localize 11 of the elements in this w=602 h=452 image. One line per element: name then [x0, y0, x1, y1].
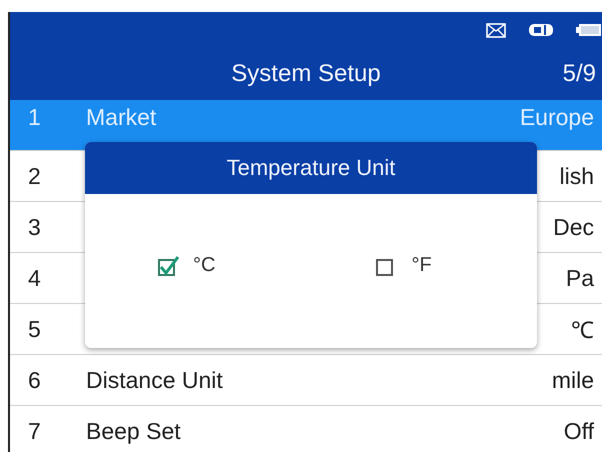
option-label: °F — [411, 254, 432, 277]
page-indicator: 5/9 — [562, 60, 596, 88]
menu-item[interactable]: 6 Distance Unit mile — [10, 355, 602, 406]
checkbox[interactable] — [157, 254, 181, 276]
dialog-title: Temperature Unit — [85, 142, 537, 194]
screen-title: System Setup — [231, 60, 381, 88]
option-label: °C — [193, 254, 216, 277]
envelope-icon — [486, 22, 506, 38]
menu-item[interactable]: 7 Beep Set Off — [10, 406, 602, 452]
connector-icon — [528, 22, 554, 38]
battery-icon — [576, 23, 602, 37]
